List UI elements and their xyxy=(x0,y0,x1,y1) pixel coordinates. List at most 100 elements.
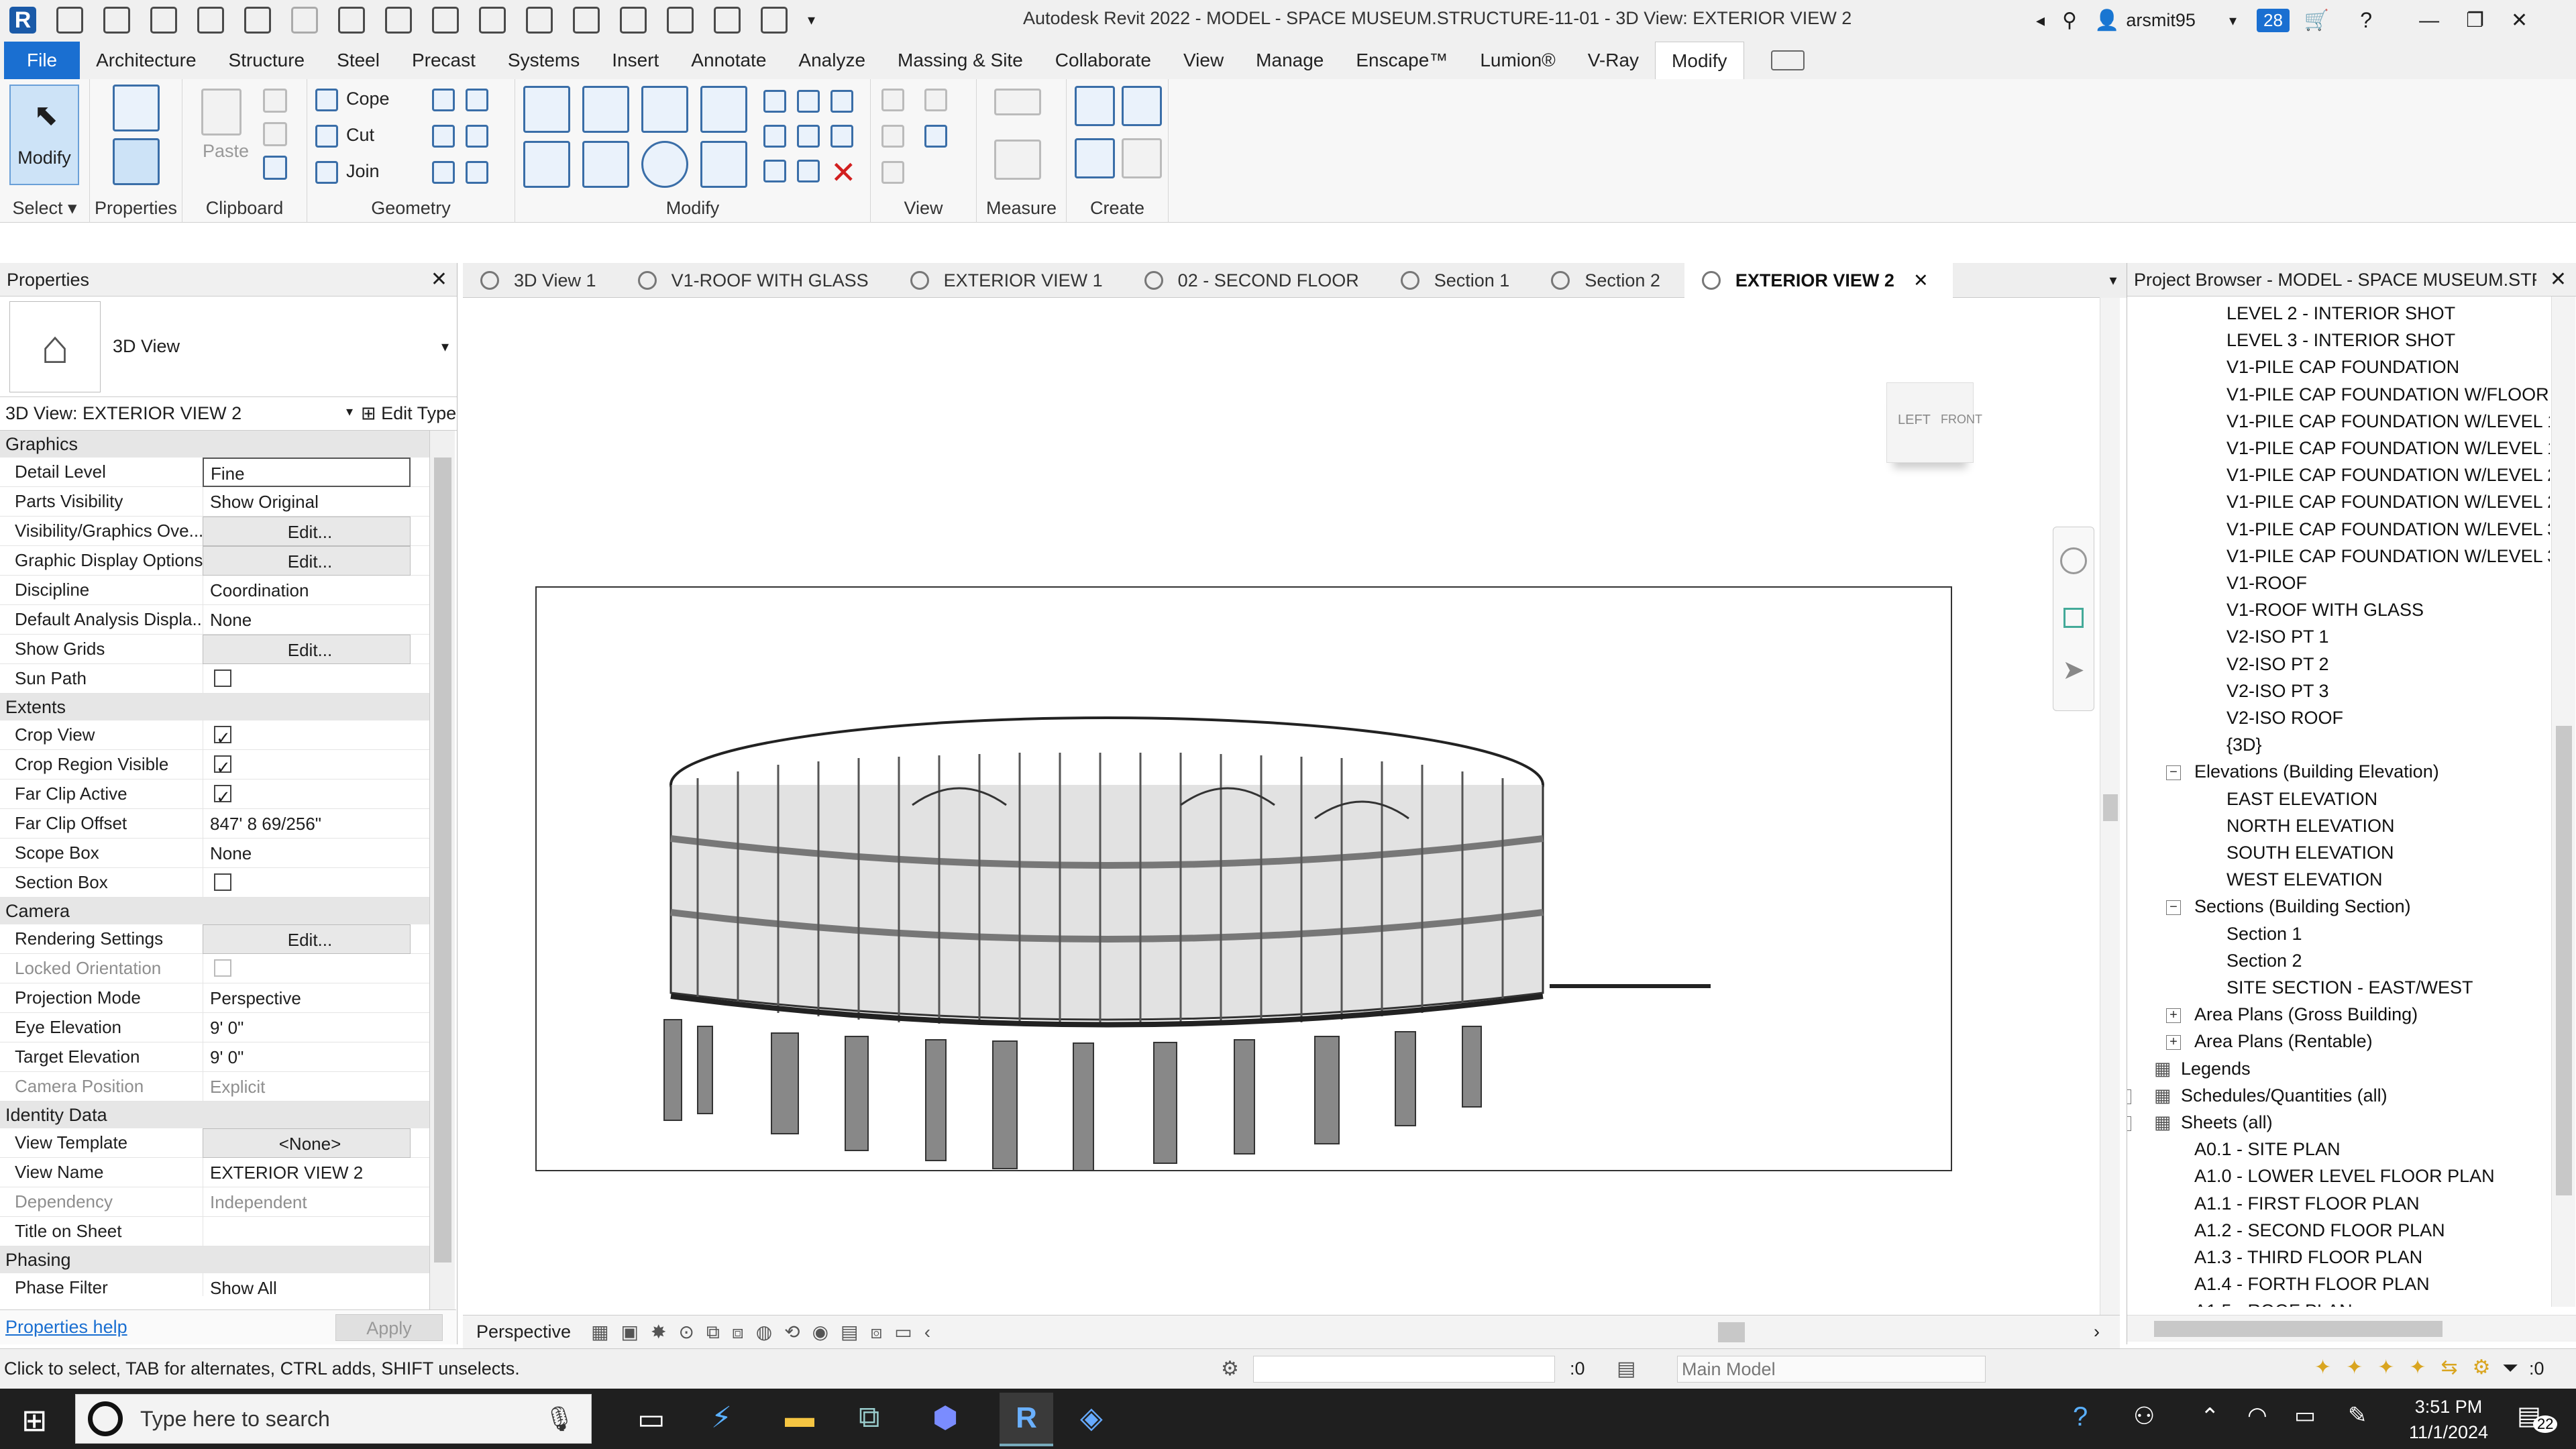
section-camera[interactable]: Camera xyxy=(0,898,429,924)
vscroll-thumb[interactable] xyxy=(2103,794,2118,821)
checkbox[interactable] xyxy=(214,782,231,809)
rotate-icon[interactable] xyxy=(641,141,688,188)
fly-icon[interactable]: ➤ xyxy=(2053,655,2094,686)
clock-date[interactable]: 11/1/2024 xyxy=(2398,1422,2499,1443)
viewcube[interactable]: LEFT FRONT xyxy=(1886,382,1982,463)
browser-item-level-2-interior-shot[interactable]: LEVEL 2 - INTERIOR SHOT xyxy=(2226,303,2455,324)
browser-item-a1-0-lower-level-floor-plan[interactable]: A1.0 - LOWER LEVEL FLOOR PLAN xyxy=(2194,1166,2495,1187)
checkbox[interactable] xyxy=(214,753,231,780)
browser-item-v1-pile-cap-foundation-w-level-2-f[interactable]: V1-PILE CAP FOUNDATION W/LEVEL 2 F xyxy=(2226,465,2550,486)
tag-icon[interactable] xyxy=(479,7,506,34)
property-value[interactable]: Coordination xyxy=(203,575,411,605)
hscroll-thumb[interactable] xyxy=(1718,1322,1745,1342)
edit-type-button[interactable]: ⊞ Edit Type xyxy=(357,403,456,424)
browser-item-a1-4-forth-floor-plan[interactable]: A1.4 - FORTH FLOOR PLAN xyxy=(2194,1274,2430,1295)
browser-item-v2-iso-pt-1[interactable]: V2-ISO PT 1 xyxy=(2226,627,2329,647)
expand-toggle-icon[interactable]: − xyxy=(2127,1116,2131,1131)
tab-systems[interactable]: Systems xyxy=(492,42,596,79)
browser-item-v1-pile-cap-foundation-w-level-3-f[interactable]: V1-PILE CAP FOUNDATION W/LEVEL 3 F xyxy=(2226,519,2550,540)
browser-item-level-3-interior-shot[interactable]: LEVEL 3 - INTERIOR SHOT xyxy=(2226,330,2455,351)
property-value[interactable]: Show Original xyxy=(203,486,411,517)
chevron-left-icon[interactable]: ◂ xyxy=(2036,10,2045,31)
print-icon[interactable] xyxy=(338,7,365,34)
undo-icon[interactable] xyxy=(244,7,271,34)
tab-02-second-floor[interactable]: 02 - SECOND FLOOR xyxy=(1127,263,1383,298)
browser-item-elevations-building-elevation[interactable]: Elevations (Building Elevation) xyxy=(2194,761,2439,782)
instance-selector[interactable]: 3D View: EXTERIOR VIEW 2 ▾ xyxy=(0,403,357,424)
notification-badge[interactable]: 28 xyxy=(2256,9,2290,32)
dimension-aligned-icon[interactable] xyxy=(994,140,1041,180)
property-value[interactable]: 847' 8 69/256" xyxy=(203,808,411,839)
wall-joins-icon[interactable] xyxy=(432,125,455,148)
viewcube-left[interactable]: LEFT xyxy=(1898,413,1931,428)
create-similar-icon[interactable] xyxy=(1122,138,1162,178)
tray-chevron-icon[interactable]: ⌃ xyxy=(2200,1403,2220,1430)
tab-analyze[interactable]: Analyze xyxy=(782,42,881,79)
browser-item-sections-building-section[interactable]: Sections (Building Section) xyxy=(2194,896,2411,917)
paste-icon[interactable] xyxy=(201,89,241,136)
design-option-dropdown[interactable]: Main Model xyxy=(1677,1356,1986,1383)
binoculars-icon[interactable]: ⚲ xyxy=(2062,9,2077,32)
tab-steel[interactable]: Steel xyxy=(321,42,396,79)
tab-view[interactable]: View xyxy=(1167,42,1240,79)
split-icon[interactable] xyxy=(763,90,786,113)
app-icon-2[interactable]: ⬢ xyxy=(932,1401,958,1435)
type-selector[interactable]: ⌂ 3D View ▾ xyxy=(0,297,457,397)
array-icon[interactable] xyxy=(763,125,786,148)
close-icon[interactable]: ✕ xyxy=(2550,263,2567,297)
browser-item-v2-iso-pt-2[interactable]: V2-ISO PT 2 xyxy=(2226,654,2329,675)
apply-button[interactable]: Apply xyxy=(335,1313,443,1341)
section-phasing[interactable]: Phasing xyxy=(0,1246,429,1273)
section-identity-data[interactable]: Identity Data xyxy=(0,1102,429,1128)
pen-icon[interactable]: ✎ xyxy=(2348,1402,2367,1429)
property-value[interactable]: Show All xyxy=(203,1273,411,1296)
create-assembly-icon[interactable] xyxy=(1075,86,1115,126)
switch-windows-icon[interactable] xyxy=(761,7,788,34)
browser-item-v1-pile-cap-foundation-w-level-1-v[interactable]: V1-PILE CAP FOUNDATION W/LEVEL 1 V xyxy=(2226,438,2550,459)
modify-button[interactable]: ⬉ Modify xyxy=(9,85,79,185)
windows-start-icon[interactable]: ⊞ xyxy=(21,1402,48,1438)
browser-item-v1-pile-cap-foundation-w-floor[interactable]: V1-PILE CAP FOUNDATION W/FLOOR xyxy=(2226,384,2549,405)
browser-item-section-2[interactable]: Section 2 xyxy=(2226,951,2302,971)
tab-structure[interactable]: Structure xyxy=(213,42,321,79)
scrollbar-thumb[interactable] xyxy=(434,458,451,1263)
tab-lumion[interactable]: Lumion® xyxy=(1464,42,1571,79)
clock-time[interactable]: 3:51 PM xyxy=(2402,1397,2496,1417)
trim-single-icon[interactable] xyxy=(797,160,820,182)
property-value[interactable] xyxy=(203,779,411,809)
paint-icon[interactable] xyxy=(466,89,488,111)
tab-section-1[interactable]: Section 1 xyxy=(1383,263,1534,298)
close-icon[interactable]: ✕ xyxy=(431,263,447,297)
canvas-vscroll[interactable] xyxy=(2100,298,2120,1315)
contextual-toggle-icon[interactable] xyxy=(1770,50,1805,70)
move-icon[interactable] xyxy=(523,141,570,188)
mirror-draw-icon[interactable] xyxy=(700,86,747,133)
browser-item-east-elevation[interactable]: EAST ELEVATION xyxy=(2226,789,2377,810)
split-gap-icon[interactable] xyxy=(797,90,820,113)
browser-item-area-plans-rentable[interactable]: Area Plans (Rentable) xyxy=(2194,1031,2373,1052)
property-value[interactable]: EXTERIOR VIEW 2 xyxy=(203,1157,411,1187)
help-icon[interactable]: ? xyxy=(2360,8,2372,33)
measure-distance-icon[interactable] xyxy=(994,89,1041,115)
mirror-axis-icon[interactable] xyxy=(641,86,688,133)
browser-item-section-1[interactable]: Section 1 xyxy=(2226,924,2302,945)
property-value[interactable]: None xyxy=(203,604,411,635)
linework-icon[interactable] xyxy=(881,125,904,148)
browser-item-sheets-all[interactable]: Sheets (all) xyxy=(2181,1112,2273,1133)
browser-item-schedules-quantities-all[interactable]: Schedules/Quantities (all) xyxy=(2181,1085,2387,1106)
section-icon[interactable] xyxy=(620,7,647,34)
beam-join-icon[interactable] xyxy=(432,161,455,184)
cut-clipboard-icon[interactable] xyxy=(263,89,287,113)
pin-icon[interactable] xyxy=(830,90,853,113)
property-value[interactable]: Fine xyxy=(203,457,411,487)
checkbox[interactable] xyxy=(214,723,231,750)
browser-item-v1-pile-cap-foundation-w-level-3-s[interactable]: V1-PILE CAP FOUNDATION W/LEVEL 3 S xyxy=(2226,546,2550,567)
close-tab-icon[interactable]: ✕ xyxy=(1913,263,1929,298)
tab-vray[interactable]: V-Ray xyxy=(1572,42,1655,79)
create-parts-icon[interactable] xyxy=(1122,86,1162,126)
design-options-icon[interactable]: ▤ xyxy=(1617,1357,1635,1381)
browser-hscroll[interactable] xyxy=(2127,1315,2576,1342)
delete-icon[interactable]: ✕ xyxy=(830,154,857,191)
select-dropdown[interactable]: Select ▾ xyxy=(0,198,89,219)
tab-v1-roof-with-glass[interactable]: V1-ROOF WITH GLASS xyxy=(621,263,893,298)
